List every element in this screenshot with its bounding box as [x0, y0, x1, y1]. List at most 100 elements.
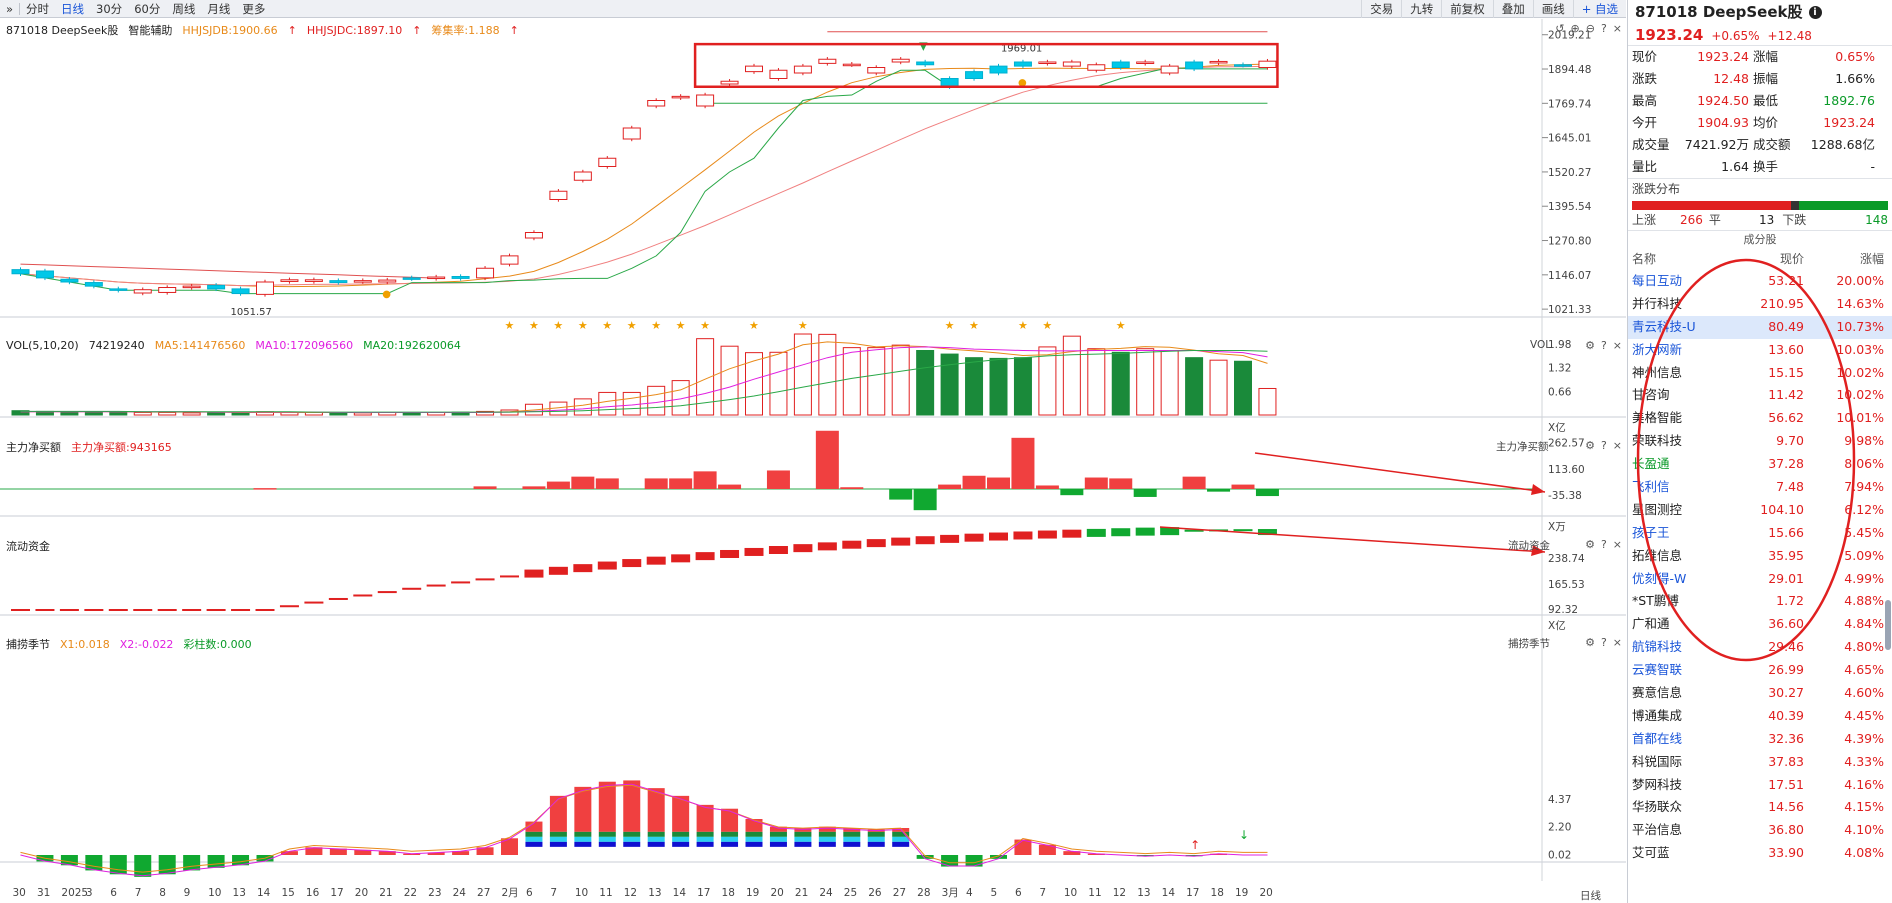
fund-bar: [1207, 489, 1231, 492]
stock-name[interactable]: 神州信息: [1632, 362, 1736, 385]
constituent-row[interactable]: 星图测控 104.10 6.12%: [1628, 499, 1892, 522]
constituent-row[interactable]: 浙大网新 13.60 10.03%: [1628, 339, 1892, 362]
gear-icon[interactable]: ⚙: [1585, 339, 1595, 352]
tab-period-1[interactable]: 日线: [55, 0, 90, 18]
adjust-button[interactable]: 前复权: [1441, 0, 1493, 18]
tab-period-0[interactable]: 分时: [20, 0, 55, 18]
constituent-row[interactable]: 飞利信 7.48 7.94%: [1628, 476, 1892, 499]
scrollbar-thumb[interactable]: [1885, 600, 1891, 650]
add-watchlist-button[interactable]: + 自选: [1572, 0, 1626, 18]
constituent-row[interactable]: 美格智能 56.62 10.01%: [1628, 407, 1892, 430]
stock-name[interactable]: 博通集成: [1632, 705, 1736, 728]
close-icon[interactable]: ×: [1613, 339, 1622, 352]
stock-name[interactable]: 首都在线: [1632, 728, 1736, 751]
constituent-row[interactable]: 长盈通 37.28 8.06%: [1628, 453, 1892, 476]
flow-bar: [646, 556, 666, 565]
stock-name[interactable]: 艾可蓝: [1632, 842, 1736, 865]
constituent-row[interactable]: 博通集成 40.39 4.45%: [1628, 705, 1892, 728]
tab-period-2[interactable]: 30分: [90, 0, 128, 18]
help-icon[interactable]: ?: [1601, 439, 1607, 452]
assist-label[interactable]: 智能辅助: [128, 22, 172, 38]
constituent-row[interactable]: 首都在线 32.36 4.39%: [1628, 728, 1892, 751]
stock-name[interactable]: 广和通: [1632, 613, 1736, 636]
stock-name[interactable]: 甘咨询: [1632, 384, 1736, 407]
constituent-row[interactable]: 平治信息 36.80 4.10%: [1628, 819, 1892, 842]
constituent-row[interactable]: 科锐国际 37.83 4.33%: [1628, 751, 1892, 774]
stock-name[interactable]: 青云科技-U: [1632, 316, 1736, 339]
stock-name[interactable]: 孩子王: [1632, 522, 1736, 545]
close-icon[interactable]: ×: [1613, 22, 1622, 35]
stock-name[interactable]: 飞利信: [1632, 476, 1736, 499]
constituent-row[interactable]: 青云科技-U 80.49 10.73%: [1628, 315, 1892, 339]
col-name[interactable]: 名称: [1632, 248, 1736, 270]
stock-name[interactable]: 梦网科技: [1632, 774, 1736, 797]
expand-icon[interactable]: »: [0, 0, 19, 18]
candle-body: [500, 255, 519, 265]
gear-icon[interactable]: ⚙: [1585, 538, 1595, 551]
stock-name[interactable]: 并行科技: [1632, 293, 1736, 316]
stock-name[interactable]: 浙大网新: [1632, 339, 1736, 362]
stock-name[interactable]: 荣联科技: [1632, 430, 1736, 453]
constituent-row[interactable]: 甘咨询 11.42 10.02%: [1628, 384, 1892, 407]
col-price[interactable]: 现价: [1736, 248, 1804, 270]
quote-value: -: [1870, 159, 1875, 174]
constituent-row[interactable]: 华扬联众 14.56 4.15%: [1628, 796, 1892, 819]
constituent-row[interactable]: 云赛智联 26.99 4.65%: [1628, 659, 1892, 682]
tab-period-4[interactable]: 周线: [166, 0, 201, 18]
stock-name[interactable]: 航锦科技: [1632, 636, 1736, 659]
help-icon[interactable]: ?: [1601, 538, 1607, 551]
stock-name[interactable]: 云赛智联: [1632, 659, 1736, 682]
stock-name[interactable]: 美格智能: [1632, 407, 1736, 430]
stock-name[interactable]: *ST鹏博: [1632, 590, 1736, 613]
help-icon[interactable]: ?: [1601, 22, 1607, 35]
tab-period-5[interactable]: 月线: [201, 0, 236, 18]
constituent-row[interactable]: 每日互动 53.21 20.00%: [1628, 270, 1892, 293]
col-pct[interactable]: 涨幅: [1804, 248, 1884, 270]
stock-name[interactable]: 华扬联众: [1632, 796, 1736, 819]
stock-name[interactable]: 拓维信息: [1632, 545, 1736, 568]
trade-button[interactable]: 交易: [1361, 0, 1401, 18]
stock-name[interactable]: 长盈通: [1632, 453, 1736, 476]
tab-period-6[interactable]: 更多: [236, 0, 271, 18]
x-axis-label: 20: [355, 887, 368, 899]
constituent-row[interactable]: 航锦科技 29.46 4.80%: [1628, 636, 1892, 659]
stock-name[interactable]: 平治信息: [1632, 819, 1736, 842]
add-icon[interactable]: ⊕: [1571, 22, 1580, 35]
gear-icon[interactable]: ⚙: [1585, 439, 1595, 452]
restore-icon[interactable]: ↺: [1555, 22, 1564, 35]
tab-period-3[interactable]: 60分: [128, 0, 166, 18]
overlay-button[interactable]: 叠加: [1492, 0, 1533, 18]
stock-price: 56.62: [1768, 410, 1804, 426]
stock-name[interactable]: 科锐国际: [1632, 751, 1736, 774]
help-icon[interactable]: ?: [1601, 339, 1607, 352]
gear-icon[interactable]: ⚙: [1585, 636, 1595, 649]
info-icon[interactable]: i: [1808, 6, 1822, 19]
constituent-row[interactable]: 梦网科技 17.51 4.16%: [1628, 774, 1892, 797]
constituent-row[interactable]: 广和通 36.60 4.84%: [1628, 613, 1892, 636]
quote-label: 量比: [1632, 159, 1658, 174]
draw-line-button[interactable]: 画线: [1532, 0, 1573, 18]
stock-name[interactable]: 优刻得-W: [1632, 568, 1736, 591]
constituent-row[interactable]: 荣联科技 9.70 9.98%: [1628, 430, 1892, 453]
stock-name[interactable]: 每日互动: [1632, 270, 1736, 293]
constituent-row[interactable]: 赛意信息 30.27 4.60%: [1628, 682, 1892, 705]
nine-turn-button[interactable]: 九转: [1401, 0, 1441, 18]
quote-value: 1924.50: [1697, 93, 1749, 108]
help-icon[interactable]: ?: [1601, 636, 1607, 649]
constituent-row[interactable]: 优刻得-W 29.01 4.99%: [1628, 568, 1892, 591]
constituent-row[interactable]: 艾可蓝 33.90 4.08%: [1628, 842, 1892, 865]
constituent-row[interactable]: 拓维信息 35.95 5.09%: [1628, 545, 1892, 568]
season-band: [892, 841, 910, 847]
constituent-row[interactable]: 并行科技 210.95 14.63%: [1628, 293, 1892, 316]
constituent-row[interactable]: 孩子王 15.66 5.45%: [1628, 522, 1892, 545]
close-icon[interactable]: ×: [1613, 439, 1622, 452]
close-icon[interactable]: ×: [1613, 636, 1622, 649]
minus-icon[interactable]: ⊖: [1586, 22, 1595, 35]
chart-area[interactable]: 2019.21 1894.48 1769.74 1645.01 1520.27 1395.…: [0, 19, 1626, 903]
kline-chart-svg[interactable]: 2019.211894.481769.741645.011520.271395.…: [0, 19, 1626, 903]
constituent-row[interactable]: 神州信息 15.15 10.02%: [1628, 362, 1892, 385]
close-icon[interactable]: ×: [1613, 538, 1622, 551]
stock-name[interactable]: 赛意信息: [1632, 682, 1736, 705]
constituent-row[interactable]: *ST鹏博 1.72 4.88%: [1628, 590, 1892, 613]
stock-name[interactable]: 星图测控: [1632, 499, 1736, 522]
